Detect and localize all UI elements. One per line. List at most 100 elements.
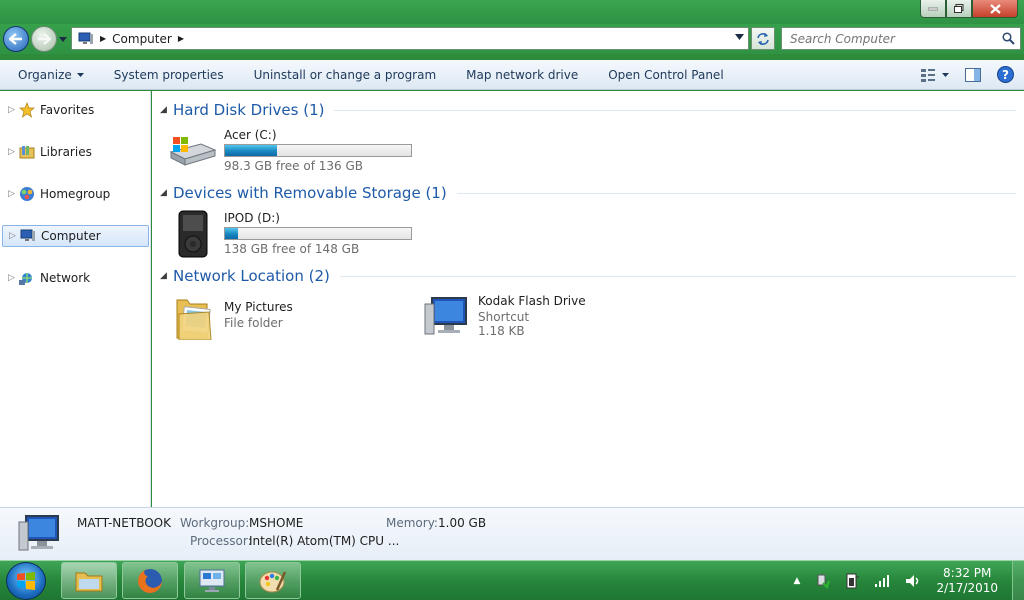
forward-arrow-icon [38, 33, 51, 45]
uninstall-program-button[interactable]: Uninstall or change a program [239, 60, 452, 90]
windows-logo-icon [17, 572, 35, 590]
group-header-hard-disk-drives[interactable]: ◢ Hard Disk Drives (1) [160, 99, 1016, 121]
start-button[interactable] [6, 562, 46, 600]
breadcrumb: ▶ Computer ▶ [72, 32, 184, 46]
change-view-button[interactable] [920, 68, 949, 82]
drive-item-d[interactable]: IPOD (D:) 138 GB free of 148 GB [168, 210, 412, 258]
collapse-arrow-icon[interactable]: ◢ [160, 271, 173, 281]
group-divider [339, 275, 1016, 277]
group-header-network-location[interactable]: ◢ Network Location (2) [160, 265, 1016, 287]
network-item-my-pictures[interactable]: My Pictures File folder [168, 293, 293, 341]
drive-info: IPOD (D:) 138 GB free of 148 GB [224, 210, 412, 258]
group-header-removable-storage[interactable]: ◢ Devices with Removable Storage (1) [160, 182, 1016, 204]
group-title: Devices with Removable Storage (1) [173, 184, 447, 202]
drive-free-space: 138 GB free of 148 GB [224, 242, 360, 256]
close-icon [989, 3, 1001, 14]
search-box[interactable] [781, 27, 1021, 50]
maximize-button[interactable] [946, 0, 972, 18]
memory-label: Memory: [386, 516, 438, 530]
volume-icon[interactable] [904, 573, 922, 589]
safely-remove-hardware-icon[interactable] [814, 573, 831, 589]
organize-label: Organize [18, 67, 72, 82]
workgroup-value: MSHOME [249, 516, 304, 530]
search-icon[interactable] [1002, 32, 1015, 45]
show-desktop-button[interactable] [1012, 561, 1024, 600]
network-icon [18, 269, 36, 287]
system-properties-button[interactable]: System properties [99, 60, 239, 90]
map-network-drive-button[interactable]: Map network drive [451, 60, 593, 90]
group-divider [456, 192, 1016, 194]
star-icon [18, 101, 36, 119]
help-icon[interactable]: ? [997, 66, 1014, 83]
sidebar-item-network[interactable]: ▷ Network [2, 267, 149, 289]
expand-arrow-icon[interactable]: ▷ [8, 147, 18, 157]
ipod-icon [168, 210, 218, 258]
taskbar-firefox-button[interactable] [122, 562, 178, 599]
details-pane: MATT-NETBOOK Workgroup: MSHOME Memory: 1… [0, 507, 1024, 560]
breadcrumb-computer[interactable]: Computer [112, 32, 172, 46]
network-item-kodak-flash-drive[interactable]: Kodak Flash Drive Shortcut 1.18 KB [422, 293, 586, 341]
view-controls: ? [920, 66, 1014, 83]
system-tray: ▲ 8:32 PM 2/17/2010 [794, 561, 1024, 600]
svg-text:?: ? [1002, 68, 1009, 82]
item-type: File folder [224, 316, 283, 330]
taskbar-remote-desktop-button[interactable] [184, 562, 240, 599]
computer-name: MATT-NETBOOK [77, 516, 171, 530]
sidebar-item-computer[interactable]: ▷ Computer [2, 225, 149, 247]
explorer-folder-icon [75, 572, 103, 591]
expand-arrow-icon[interactable]: ▷ [9, 231, 19, 241]
drive-usage-fill [225, 228, 239, 239]
breadcrumb-arrow-icon[interactable]: ▶ [100, 34, 106, 43]
wireless-signal-icon[interactable] [874, 574, 890, 588]
taskbar-explorer-button[interactable] [61, 562, 117, 599]
address-dropdown-icon[interactable] [735, 34, 744, 40]
clock-date: 2/17/2010 [936, 581, 998, 595]
power-battery-icon[interactable] [844, 573, 860, 589]
homegroup-icon [18, 185, 36, 203]
minimize-icon [928, 7, 938, 10]
sidebar-item-favorites[interactable]: ▷ Favorites [2, 99, 149, 121]
paint-palette-icon [259, 570, 287, 592]
navigation-pane: ▷ Favorites ▷ Libraries ▷ Homegroup ▷ Co… [0, 91, 151, 507]
remote-desktop-icon [199, 569, 225, 592]
collapse-arrow-icon[interactable]: ◢ [160, 105, 173, 115]
clock[interactable]: 8:32 PM 2/17/2010 [936, 566, 998, 596]
address-bar[interactable]: ▶ Computer ▶ [71, 27, 749, 50]
taskbar-paint-button[interactable] [245, 562, 301, 599]
preview-pane-icon[interactable] [965, 67, 981, 82]
folder-icon [168, 293, 218, 341]
item-type: Shortcut [478, 310, 530, 324]
drive-item-c[interactable]: Acer (C:) 98.3 GB free of 136 GB [168, 127, 412, 175]
sidebar-item-homegroup[interactable]: ▷ Homegroup [2, 183, 149, 205]
firefox-icon [138, 568, 162, 593]
drive-info: Acer (C:) 98.3 GB free of 136 GB [224, 127, 412, 175]
breadcrumb-arrow-icon[interactable]: ▶ [178, 34, 184, 43]
minimize-button[interactable] [920, 0, 946, 18]
expand-arrow-icon[interactable]: ▷ [8, 189, 18, 199]
expand-arrow-icon[interactable]: ▷ [8, 273, 18, 283]
show-hidden-icons-button[interactable]: ▲ [794, 576, 801, 586]
open-control-panel-button[interactable]: Open Control Panel [593, 60, 738, 90]
item-size: 1.18 KB [478, 324, 525, 338]
forward-button[interactable] [31, 26, 57, 52]
sidebar-item-label: Homegroup [40, 187, 111, 201]
recent-pages-button[interactable] [58, 34, 68, 44]
back-button[interactable] [3, 26, 29, 52]
taskbar: ▲ 8:32 PM 2/17/2010 [0, 560, 1024, 600]
command-bar: Organize System properties Uninstall or … [0, 60, 1024, 90]
refresh-button[interactable] [751, 27, 775, 50]
drive-name: Acer (C:) [224, 128, 277, 142]
group-title: Hard Disk Drives (1) [173, 101, 325, 119]
workgroup-label: Workgroup: [180, 516, 250, 530]
organize-button[interactable]: Organize [0, 60, 99, 90]
sidebar-item-label: Computer [41, 229, 101, 243]
collapse-arrow-icon[interactable]: ◢ [160, 188, 173, 198]
close-button[interactable] [972, 0, 1018, 18]
search-input[interactable] [790, 31, 990, 46]
content-pane: ◢ Hard Disk Drives (1) Acer (C:) 98.3 GB… [152, 91, 1024, 507]
group-divider [334, 109, 1016, 111]
item-info: My Pictures File folder [224, 299, 293, 341]
sidebar-item-label: Network [40, 271, 91, 285]
sidebar-item-libraries[interactable]: ▷ Libraries [2, 141, 149, 163]
expand-arrow-icon[interactable]: ▷ [8, 105, 18, 115]
